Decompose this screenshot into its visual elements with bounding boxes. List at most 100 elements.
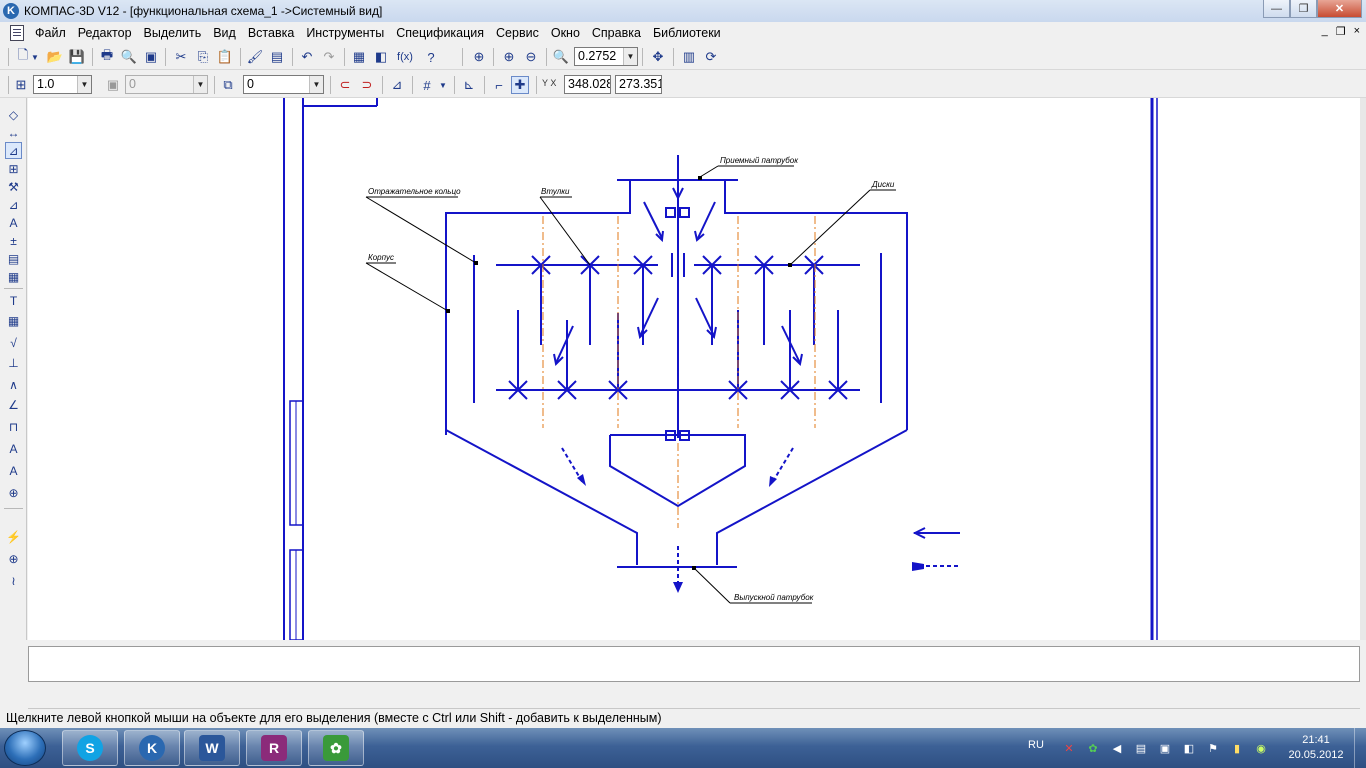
manager-icon[interactable]: ▦ xyxy=(350,48,368,66)
pan-icon[interactable]: ✥ xyxy=(649,48,667,66)
menu-file[interactable]: Файл xyxy=(30,26,73,40)
snap-local-icon[interactable]: ⊃ xyxy=(358,76,376,94)
print-icon[interactable]: 🖶 xyxy=(98,47,116,66)
geometry-icon[interactable]: ◇ xyxy=(5,106,22,123)
undo-icon[interactable]: ↶ xyxy=(298,48,316,66)
leader-icon[interactable]: ∧ xyxy=(5,376,22,393)
copy-icon[interactable]: ⎘ xyxy=(194,48,212,66)
redo-icon[interactable]: ↷ xyxy=(320,48,338,66)
roughness-icon[interactable]: √ xyxy=(5,334,22,351)
mdi-close-button[interactable]: × xyxy=(1354,25,1360,38)
tray-flag-icon[interactable]: ⚑ xyxy=(1206,741,1220,755)
format-brush-icon[interactable]: 🖌 xyxy=(246,48,264,66)
arrow-view-icon[interactable]: A xyxy=(5,462,22,479)
zoom-window-icon[interactable]: ⊕ xyxy=(470,48,488,66)
save-icon[interactable]: 💾 xyxy=(68,48,86,66)
chevron-down-icon[interactable]: ▼ xyxy=(623,48,637,65)
base-icon[interactable]: ⊥ xyxy=(5,354,22,371)
cut-icon[interactable]: ✂ xyxy=(172,48,190,66)
print-preview-icon[interactable]: 🔍 xyxy=(120,48,138,66)
ortho-icon[interactable]: ⊿ xyxy=(388,76,406,94)
chevron-down-icon[interactable]: ▼ xyxy=(438,76,448,94)
chevron-down-icon[interactable]: ▼ xyxy=(77,76,91,93)
wave-icon[interactable]: ⊕ xyxy=(5,484,22,501)
menu-help[interactable]: Справка xyxy=(587,26,648,40)
insert-icon[interactable]: ▦ xyxy=(5,268,22,285)
position-icon[interactable]: ∠ xyxy=(5,396,22,413)
layer-state-icon[interactable]: ▣ xyxy=(104,76,122,94)
grid-icon[interactable]: # xyxy=(418,76,436,94)
measurements-icon[interactable]: ⊿ xyxy=(5,196,22,213)
mdi-restore-button[interactable]: ❐ xyxy=(1336,25,1346,38)
zoom-out-icon[interactable]: ⊖ xyxy=(522,48,540,66)
start-button[interactable] xyxy=(4,730,46,766)
open-folder-icon[interactable]: 📂 xyxy=(46,48,64,66)
lightning-icon[interactable]: ⚡ xyxy=(5,528,22,545)
cursor-snap-icon[interactable]: ✚ xyxy=(511,76,529,94)
tray-network-icon[interactable]: ✕ xyxy=(1062,741,1076,755)
section-icon[interactable]: A xyxy=(5,440,22,457)
taskbar-winrar[interactable]: R xyxy=(246,730,302,766)
tolerance-icon[interactable]: ⊓ xyxy=(5,418,22,435)
fx-icon[interactable]: f(x) xyxy=(394,48,416,66)
wavy-line-icon[interactable]: ≀ xyxy=(5,572,22,589)
menu-insert[interactable]: Вставка xyxy=(243,26,301,40)
tray-power-icon[interactable]: ◉ xyxy=(1254,741,1268,755)
table-icon[interactable]: ▦ xyxy=(5,312,22,329)
variables-icon[interactable]: ◧ xyxy=(372,48,390,66)
taskbar-flower-app[interactable]: ✿ xyxy=(308,730,364,766)
menu-editor[interactable]: Редактор xyxy=(73,26,139,40)
preview-icon[interactable]: ▣ xyxy=(142,48,160,66)
properties-icon[interactable]: ▤ xyxy=(268,48,286,66)
refresh-icon[interactable]: ⟳ xyxy=(702,48,720,66)
paste-icon[interactable]: 📋 xyxy=(216,48,234,66)
menu-libraries[interactable]: Библиотеки xyxy=(648,26,728,40)
drawing-svg[interactable]: Приемный патрубок Отражательное кольцо В… xyxy=(28,98,1360,640)
mdi-minimize-button[interactable]: _ xyxy=(1322,25,1328,38)
menu-specification[interactable]: Спецификация xyxy=(391,26,491,40)
document-icon[interactable] xyxy=(10,25,24,41)
chevron-down-icon[interactable]: ▼ xyxy=(30,48,40,66)
minimize-button[interactable]: — xyxy=(1263,0,1290,18)
maximize-button[interactable]: ❐ xyxy=(1290,0,1317,18)
menu-view[interactable]: Вид xyxy=(208,26,243,40)
menu-window[interactable]: Окно xyxy=(546,26,587,40)
taskbar-skype[interactable]: S xyxy=(62,730,118,766)
reports-icon[interactable]: ▤ xyxy=(5,250,22,267)
local-cs-icon[interactable]: ⊾ xyxy=(460,76,478,94)
tray-monitor-icon[interactable]: ▣ xyxy=(1158,741,1172,755)
tray-signal-icon[interactable]: ▮ xyxy=(1230,741,1244,755)
style-combo[interactable]: 0 ▼ xyxy=(243,75,324,94)
designations-icon[interactable]: ⊿ xyxy=(5,142,22,159)
center-mark-icon[interactable]: ⊕ xyxy=(5,550,22,567)
text-icon[interactable]: T xyxy=(5,292,22,309)
y-coordinate-field[interactable]: 273.351 xyxy=(615,75,662,94)
tray-app-icon[interactable]: ✿ xyxy=(1086,741,1100,755)
tray-clipboard-icon[interactable]: ▤ xyxy=(1134,741,1148,755)
tray-device-icon[interactable]: ◧ xyxy=(1182,741,1196,755)
snap-magnet-icon[interactable]: ⊂ xyxy=(336,76,354,94)
menu-service[interactable]: Сервис xyxy=(491,26,546,40)
tray-speaker-icon[interactable]: ◀ xyxy=(1110,741,1124,755)
show-desktop-button[interactable] xyxy=(1354,728,1366,768)
help-pointer-icon[interactable]: ? xyxy=(422,48,440,66)
zoom-scale-icon[interactable]: 🔍 xyxy=(552,48,570,66)
vertical-scrollbar[interactable] xyxy=(1360,98,1366,640)
x-coordinate-field[interactable]: 348.028 xyxy=(564,75,611,94)
grid-step-icon[interactable]: ⊞ xyxy=(12,76,30,94)
ortho-mode-icon[interactable]: ⌐ xyxy=(490,76,508,94)
menu-tools[interactable]: Инструменты xyxy=(301,26,391,40)
close-button[interactable]: ✕ xyxy=(1317,0,1362,18)
zoom-combo[interactable]: 0.2752 ▼ xyxy=(574,47,638,66)
chevron-down-icon[interactable]: ▼ xyxy=(309,76,323,93)
drawing-canvas[interactable]: Приемный патрубок Отражательное кольцо В… xyxy=(28,98,1360,640)
dimensions-icon[interactable]: ↔ xyxy=(5,124,22,141)
layers-icon[interactable]: ⧉ xyxy=(219,76,237,94)
menu-select[interactable]: Выделить xyxy=(139,26,209,40)
select-icon[interactable]: A xyxy=(5,214,22,231)
edit-icon[interactable]: ⊞ xyxy=(5,160,22,177)
parametrization-icon[interactable]: ⚒ xyxy=(5,178,22,195)
language-indicator[interactable]: RU xyxy=(1028,739,1044,751)
regenerate-icon[interactable]: ▥ xyxy=(680,48,698,66)
taskbar-kompas[interactable]: K xyxy=(124,730,180,766)
